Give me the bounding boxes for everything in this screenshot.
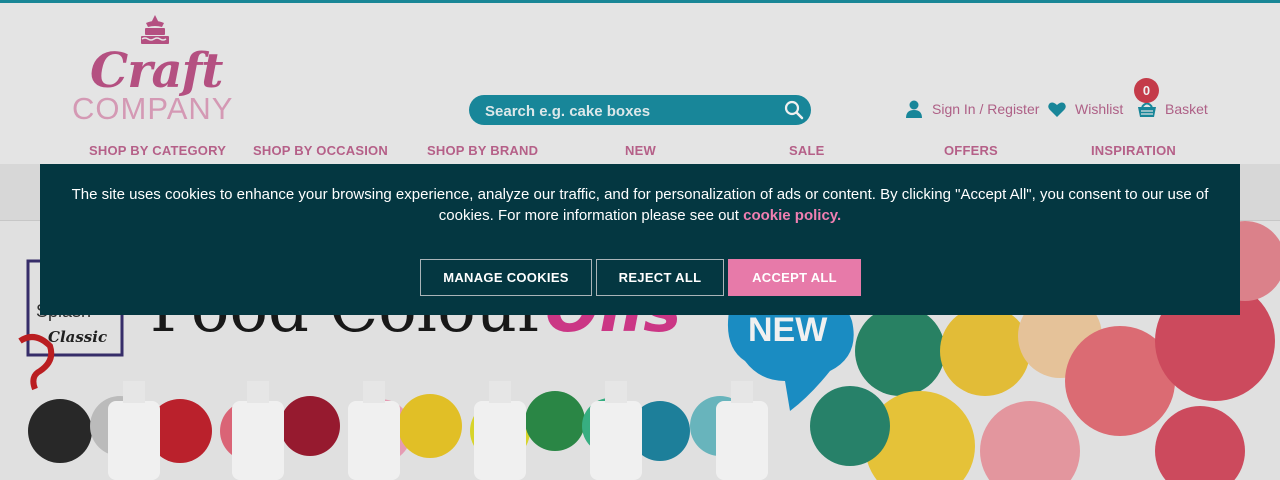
cookie-message: The site uses cookies to enhance your br… — [60, 184, 1220, 226]
cookie-message-text: The site uses cookies to enhance your br… — [71, 186, 1209, 224]
cookie-consent-banner: The site uses cookies to enhance your br… — [40, 164, 1240, 315]
manage-cookies-button[interactable]: MANAGE COOKIES — [420, 259, 592, 296]
accept-all-button[interactable]: ACCEPT ALL — [728, 259, 861, 296]
reject-all-button[interactable]: REJECT ALL — [596, 259, 724, 296]
cookie-policy-link[interactable]: cookie policy. — [743, 207, 841, 224]
